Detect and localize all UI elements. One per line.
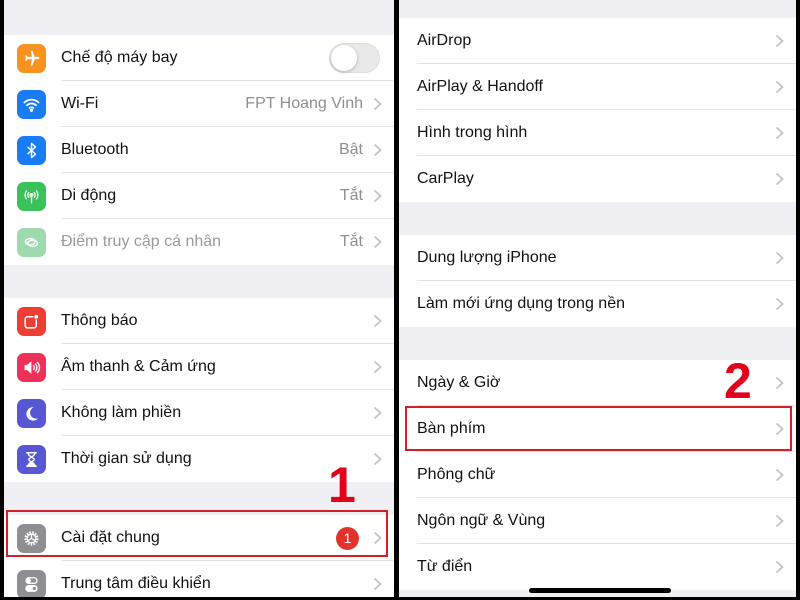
- settings-row-wifi[interactable]: Wi-Fi FPT Hoang Vinh: [4, 81, 394, 127]
- general-settings-panel: AirDrop AirPlay & Handoff Hình trong hìn…: [399, 0, 796, 597]
- connectivity-group: Chế độ máy bay Wi-Fi FPT Hoang Vinh Blue…: [4, 35, 394, 265]
- row-label: Từ điển: [417, 558, 473, 575]
- home-indicator[interactable]: [529, 588, 671, 593]
- settings-row-airdrop[interactable]: AirDrop: [399, 18, 796, 64]
- row-label: Cài đặt chung: [61, 529, 160, 546]
- chevron-right-icon: [373, 360, 382, 374]
- chevron-right-icon: [775, 560, 784, 574]
- chevron-right-icon: [775, 34, 784, 48]
- row-label: Hình trong hình: [417, 124, 528, 141]
- bluetooth-icon: [17, 135, 46, 165]
- chevron-right-icon: [775, 422, 784, 436]
- step-number-2: 2: [724, 353, 752, 409]
- wifi-icon: [17, 89, 46, 119]
- chevron-right-icon: [373, 531, 382, 545]
- chevron-right-icon: [775, 468, 784, 482]
- row-label: Dung lượng iPhone: [417, 249, 557, 266]
- settings-row-carplay[interactable]: CarPlay: [399, 156, 796, 202]
- settings-row-picture-in-picture[interactable]: Hình trong hình: [399, 110, 796, 156]
- chevron-right-icon: [373, 189, 382, 203]
- settings-row-notifications[interactable]: Thông báo: [4, 298, 394, 344]
- chevron-right-icon: [373, 314, 382, 328]
- settings-row-sounds[interactable]: Âm thanh & Cảm ứng: [4, 344, 394, 390]
- update-badge: 1: [336, 526, 359, 550]
- toggle-knob: [331, 45, 357, 71]
- row-label: Trung tâm điều khiển: [61, 575, 211, 592]
- hotspot-status-value: Tắt: [339, 233, 363, 250]
- settings-row-personal-hotspot[interactable]: Điểm truy cập cá nhân Tắt: [4, 219, 394, 265]
- settings-row-control-center[interactable]: Trung tâm điều khiển: [4, 561, 394, 597]
- settings-row-dictionary[interactable]: Từ điển: [399, 544, 796, 590]
- chevron-right-icon: [775, 172, 784, 186]
- chevron-right-icon: [373, 406, 382, 420]
- cellular-status-value: Tắt: [339, 187, 363, 204]
- chevron-right-icon: [373, 97, 382, 111]
- notifications-group: Thông báo Âm thanh & Cảm ứng Không làm p…: [4, 298, 394, 482]
- row-label: Thông báo: [61, 312, 138, 329]
- settings-row-background-refresh[interactable]: Làm mới ứng dụng trong nền: [399, 281, 796, 327]
- row-label: Chế độ máy bay: [61, 49, 178, 66]
- row-label: Ngôn ngữ & Vùng: [417, 512, 546, 529]
- row-label: Wi-Fi: [61, 95, 99, 112]
- chevron-right-icon: [373, 452, 382, 466]
- control-center-icon: [17, 569, 46, 597]
- settings-panel: Chế độ máy bay Wi-Fi FPT Hoang Vinh Blue…: [4, 0, 394, 597]
- hourglass-icon: [17, 444, 46, 474]
- airplane-mode-toggle[interactable]: [329, 43, 380, 73]
- row-label: Bluetooth: [61, 141, 129, 158]
- step-number-1: 1: [328, 457, 356, 513]
- hotspot-icon: [17, 227, 46, 257]
- row-label: Thời gian sử dụng: [61, 450, 192, 467]
- gear-icon: [17, 523, 46, 553]
- storage-group: Dung lượng iPhone Làm mới ứng dụng trong…: [399, 235, 796, 327]
- settings-row-airplane-mode[interactable]: Chế độ máy bay: [4, 35, 394, 81]
- chevron-right-icon: [775, 80, 784, 94]
- row-label: Bàn phím: [417, 420, 486, 437]
- sound-icon: [17, 352, 46, 382]
- settings-row-language-region[interactable]: Ngôn ngữ & Vùng: [399, 498, 796, 544]
- general-group: Cài đặt chung 1 Trung tâm điều khiển: [4, 515, 394, 597]
- notifications-icon: [17, 306, 46, 336]
- settings-row-keyboard[interactable]: Bàn phím: [399, 406, 796, 452]
- section-spacer: [399, 0, 796, 18]
- chevron-right-icon: [373, 235, 382, 249]
- wifi-network-value: FPT Hoang Vinh: [245, 95, 363, 112]
- section-spacer: [399, 202, 796, 235]
- row-label: Điểm truy cập cá nhân: [61, 233, 222, 250]
- settings-row-do-not-disturb[interactable]: Không làm phiền: [4, 390, 394, 436]
- row-label: AirPlay & Handoff: [417, 78, 543, 95]
- chevron-right-icon: [373, 143, 382, 157]
- row-label: AirDrop: [417, 32, 472, 49]
- section-spacer: [4, 265, 394, 298]
- sharing-group: AirDrop AirPlay & Handoff Hình trong hìn…: [399, 18, 796, 202]
- settings-row-iphone-storage[interactable]: Dung lượng iPhone: [399, 235, 796, 281]
- chevron-right-icon: [775, 376, 784, 390]
- settings-row-general[interactable]: Cài đặt chung 1: [4, 515, 394, 561]
- airplane-icon: [17, 43, 46, 73]
- bluetooth-status-value: Bật: [338, 141, 363, 158]
- row-label: Ngày & Giờ: [417, 374, 501, 391]
- chevron-right-icon: [775, 514, 784, 528]
- moon-icon: [17, 398, 46, 428]
- chevron-right-icon: [775, 126, 784, 140]
- chevron-right-icon: [373, 577, 382, 591]
- chevron-right-icon: [775, 297, 784, 311]
- section-spacer: [4, 0, 394, 35]
- settings-row-airplay-handoff[interactable]: AirPlay & Handoff: [399, 64, 796, 110]
- row-label: Không làm phiền: [61, 404, 182, 421]
- row-label: Âm thanh & Cảm ứng: [61, 358, 216, 375]
- row-label: Phông chữ: [417, 466, 496, 483]
- row-label: Làm mới ứng dụng trong nền: [417, 295, 625, 312]
- row-label: CarPlay: [417, 170, 474, 187]
- settings-row-bluetooth[interactable]: Bluetooth Bật: [4, 127, 394, 173]
- settings-row-cellular[interactable]: Di động Tắt: [4, 173, 394, 219]
- chevron-right-icon: [775, 251, 784, 265]
- row-label: Di động: [61, 187, 117, 204]
- settings-row-fonts[interactable]: Phông chữ: [399, 452, 796, 498]
- cellular-icon: [17, 181, 46, 211]
